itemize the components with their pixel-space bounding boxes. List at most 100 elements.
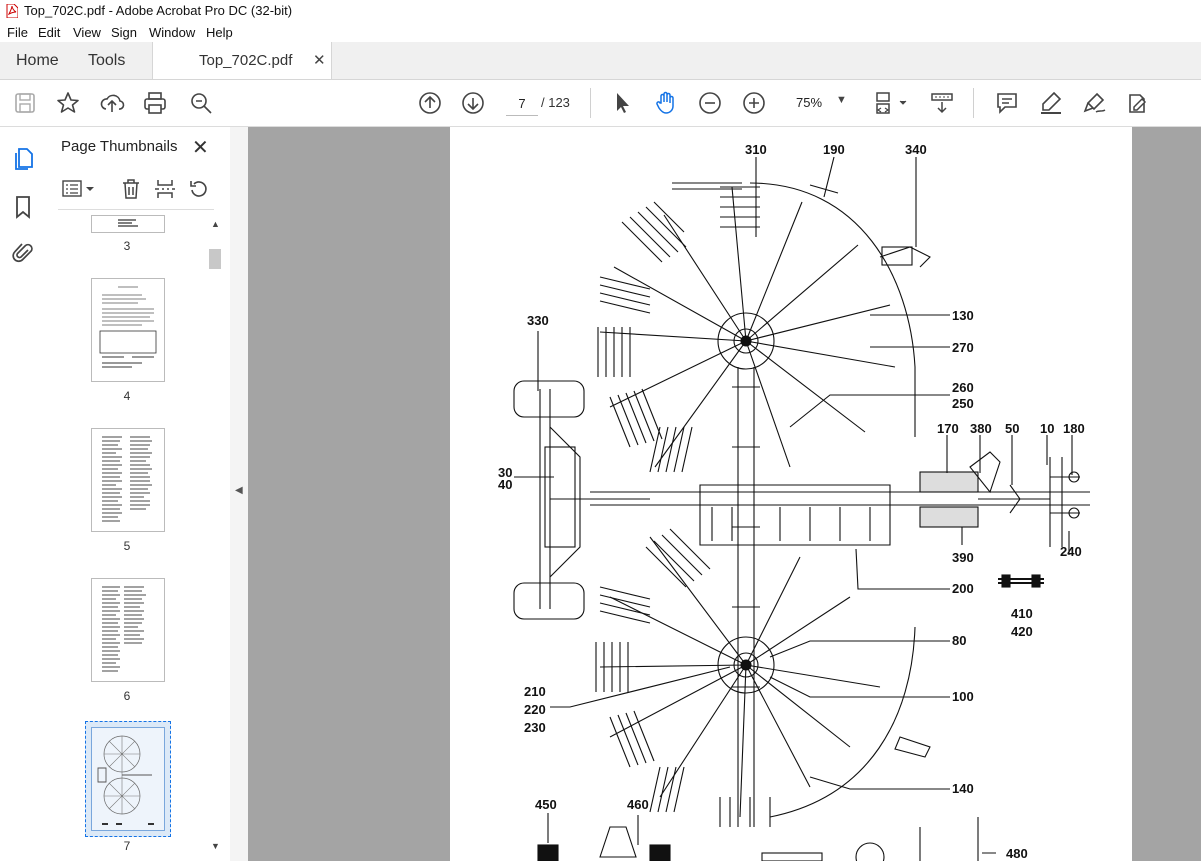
extract-pages-icon[interactable] — [154, 178, 176, 200]
callout-label: 410 — [1011, 606, 1033, 621]
menu-window[interactable]: Window — [149, 25, 195, 40]
thumbnail-page[interactable] — [91, 578, 165, 682]
save-icon[interactable] — [12, 90, 38, 116]
callout-label: 420 — [1011, 624, 1033, 639]
fill-sign-icon[interactable] — [1125, 90, 1151, 116]
thumbnail-page[interactable] — [91, 428, 165, 532]
callout-label: 270 — [952, 340, 974, 355]
callout-label: 220 — [524, 702, 546, 717]
delete-icon[interactable] — [120, 178, 142, 200]
close-panel-icon[interactable]: ✕ — [192, 135, 209, 160]
highlight-icon[interactable] — [1038, 90, 1064, 116]
bookmarks-icon[interactable] — [14, 195, 32, 219]
thumbnail-preview — [92, 728, 164, 830]
drawing-callouts: 310 190 340 130 270 260 250 330 30 40 17… — [498, 142, 1085, 861]
upload-icon[interactable] — [99, 90, 125, 116]
comment-icon[interactable] — [994, 90, 1020, 116]
select-arrow-icon[interactable] — [609, 90, 635, 116]
panel-collapse-handle[interactable]: ◀ — [230, 127, 248, 861]
menu-help[interactable]: Help — [206, 25, 233, 40]
menu-sign[interactable]: Sign — [111, 25, 137, 40]
close-tab-icon[interactable]: ✕ — [313, 51, 326, 69]
tab-tools[interactable]: Tools — [88, 52, 125, 70]
thumbnail-page-number: 5 — [123, 539, 131, 553]
callout-label: 130 — [952, 308, 974, 323]
scroll-mode-icon[interactable] — [929, 90, 955, 116]
document-view[interactable]: 310 190 340 130 270 260 250 330 30 40 17… — [248, 127, 1201, 861]
callout-label: 230 — [524, 720, 546, 735]
zoom-value: 75% — [796, 95, 823, 110]
callout-label: 380 — [970, 421, 992, 436]
callout-label: 480 — [1006, 846, 1028, 861]
search-zoom-icon[interactable] — [188, 90, 214, 116]
prev-page-icon[interactable] — [417, 90, 443, 116]
zoom-in-icon[interactable] — [741, 90, 767, 116]
thumbnail-preview — [118, 219, 138, 227]
thumbnail-page-selected[interactable] — [91, 727, 165, 831]
callout-label: 10 — [1040, 421, 1054, 436]
callout-label: 210 — [524, 684, 546, 699]
page-fit-icon[interactable] — [873, 90, 909, 116]
callout-label: 40 — [498, 477, 512, 492]
rake-drawing-lines — [513, 156, 1090, 861]
thumbnail-page[interactable] — [91, 278, 165, 382]
callout-label: 450 — [535, 797, 557, 812]
zoom-out-icon[interactable] — [697, 90, 723, 116]
tab-document[interactable]: Top_702C.pdf ✕ — [152, 42, 332, 79]
thumbnail-page-number: 3 — [123, 239, 131, 253]
callout-label: 50 — [1005, 421, 1019, 436]
callout-label: 250 — [952, 396, 974, 411]
callout-label: 330 — [527, 313, 549, 328]
tab-bar: Home Tools Top_702C.pdf ✕ — [0, 42, 1201, 80]
page-number-input[interactable] — [506, 91, 538, 116]
print-icon[interactable] — [142, 90, 168, 116]
toolbar-divider — [973, 88, 974, 118]
callout-label: 190 — [823, 142, 845, 157]
rotate-icon[interactable] — [188, 178, 210, 200]
callout-label: 80 — [952, 633, 966, 648]
attachments-icon[interactable] — [12, 241, 34, 265]
scrollbar-thumb[interactable] — [209, 249, 221, 269]
page-thumbnails-panel: Page Thumbnails ✕ 3 4 5 6 7 ▲ ▼ — [46, 127, 231, 861]
bookmark-star-icon[interactable] — [55, 90, 81, 116]
tab-home[interactable]: Home — [16, 52, 59, 70]
next-page-icon[interactable] — [460, 90, 486, 116]
document-tab-label: Top_702C.pdf — [199, 52, 293, 69]
callout-label: 180 — [1063, 421, 1085, 436]
callout-label: 310 — [745, 142, 767, 157]
chevron-down-icon: ▼ — [836, 94, 847, 106]
scroll-down-icon[interactable]: ▼ — [211, 841, 220, 851]
callout-label: 100 — [952, 689, 974, 704]
thumbnail-page[interactable] — [91, 215, 165, 233]
menu-view[interactable]: View — [73, 25, 101, 40]
panel-title: Page Thumbnails — [61, 138, 178, 155]
menu-edit[interactable]: Edit — [38, 25, 60, 40]
zoom-select[interactable]: 75% ▼ — [788, 91, 850, 113]
menu-file[interactable]: File — [7, 25, 28, 40]
thumbnail-scrollbar[interactable]: ▲ ▼ — [209, 217, 221, 857]
hand-icon[interactable] — [653, 90, 679, 116]
thumbnail-preview — [99, 286, 157, 368]
thumbnail-options-icon[interactable] — [62, 179, 96, 199]
callout-label: 260 — [952, 380, 974, 395]
page-thumbnails-icon[interactable] — [12, 147, 34, 171]
draw-icon[interactable] — [1082, 90, 1108, 116]
callout-label: 390 — [952, 550, 974, 565]
page-total: / 123 — [541, 95, 570, 110]
menu-bar: File Edit View Sign Window Help — [0, 22, 1201, 42]
callout-label: 340 — [905, 142, 927, 157]
title-bar: Top_702C.pdf - Adobe Acrobat Pro DC (32-… — [0, 0, 1201, 22]
callout-label: 200 — [952, 581, 974, 596]
toolbar-divider — [590, 88, 591, 118]
callout-label: 240 — [1060, 544, 1082, 559]
scroll-up-icon[interactable]: ▲ — [211, 219, 220, 229]
callout-label: 460 — [627, 797, 649, 812]
panel-divider — [58, 209, 214, 210]
acrobat-app-icon — [6, 4, 18, 18]
main-toolbar: / 123 75% ▼ — [0, 80, 1201, 127]
thumbnail-preview — [102, 586, 146, 672]
left-rail — [0, 127, 47, 861]
thumbnail-page-number: 7 — [123, 839, 131, 853]
callout-label: 140 — [952, 781, 974, 796]
callout-label: 170 — [937, 421, 959, 436]
